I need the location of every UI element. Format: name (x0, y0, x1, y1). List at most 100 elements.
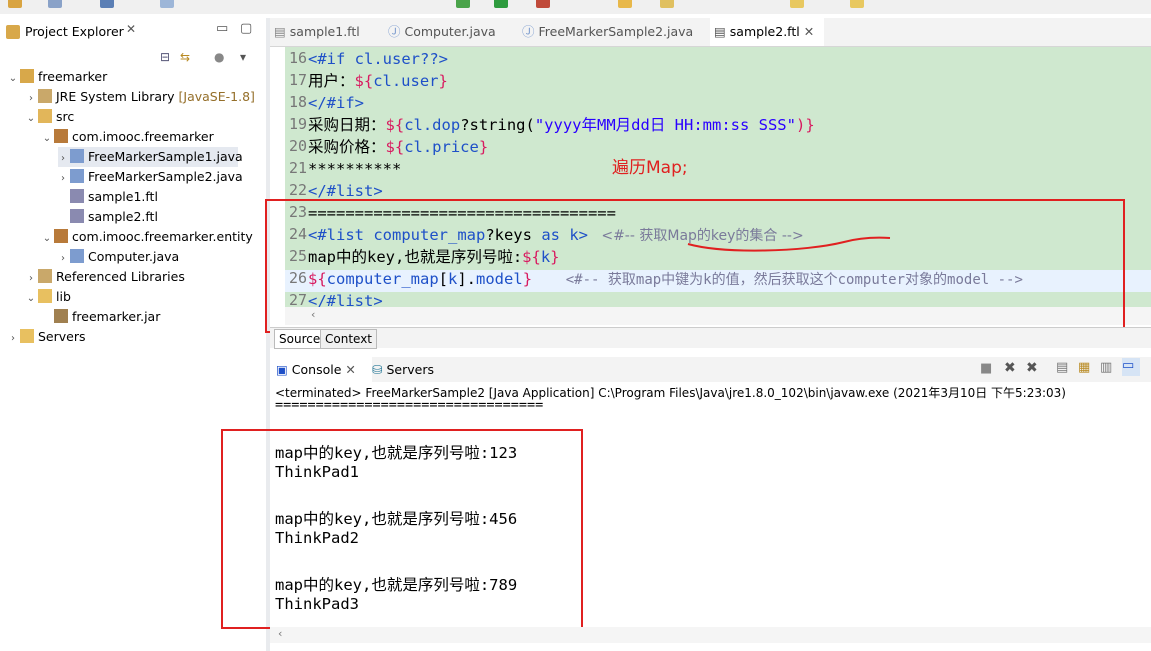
tab-sample1-ftl[interactable]: ▤ sample1.ftl (274, 18, 382, 46)
code-token: "yyyy年MM月dd日 HH:mm:ss SSS" (534, 116, 796, 134)
code-token: </#list> (308, 182, 383, 200)
tab-label: Computer.java (404, 24, 496, 39)
collapse-icon[interactable]: › (26, 89, 36, 109)
filter-icon[interactable]: ● (214, 50, 224, 64)
tab-label: Console (291, 362, 342, 377)
back-arrow-icon[interactable] (790, 0, 804, 8)
collapse-all-icon[interactable]: ⊟ (160, 50, 170, 64)
tree-item-label: com.imooc.freemarker (72, 129, 214, 144)
console-horizontal-scrollbar[interactable]: ‹ (270, 627, 1151, 643)
tree-item-jre-library[interactable]: › JRE System Library [JavaSE-1.8] (26, 87, 255, 107)
java-file-icon (70, 149, 84, 163)
print-icon[interactable] (100, 0, 114, 8)
code-token: cl.user (354, 50, 420, 68)
collapse-icon[interactable]: › (58, 169, 68, 189)
tree-item-freemarkersample1[interactable]: › FreeMarkerSample1.java (58, 147, 243, 169)
close-icon[interactable]: ✕ (126, 22, 136, 36)
pencil-icon[interactable] (660, 0, 674, 8)
tree-item-lib[interactable]: ⌄ lib (26, 287, 71, 307)
tree-item-freemarker-jar[interactable]: freemarker.jar (52, 307, 160, 327)
tree-item-project[interactable]: ⌄ freemarker (8, 67, 107, 87)
tab-sample2-ftl[interactable]: ▤ sample2.ftl ✕ (710, 18, 824, 46)
tree-item-sample2-ftl[interactable]: sample2.ftl (68, 207, 158, 227)
collapse-icon[interactable]: › (26, 269, 36, 289)
close-tab-icon[interactable]: ✕ (345, 362, 355, 377)
tree-item-label: Computer.java (88, 249, 180, 264)
ftl-file-icon: ▤ (714, 24, 726, 39)
tree-item-sample1-ftl[interactable]: sample1.ftl (68, 187, 158, 207)
word-wrap-icon[interactable]: ▦ (1078, 360, 1090, 375)
bug-icon[interactable] (456, 0, 470, 8)
tree-item-label: src (56, 109, 75, 124)
collapse-icon[interactable]: › (58, 149, 68, 169)
expand-icon[interactable]: ⌄ (8, 69, 18, 89)
tree-item-referenced-libraries[interactable]: › Referenced Libraries (26, 267, 185, 287)
expand-icon[interactable]: ⌄ (26, 109, 36, 129)
code-line: 采购价格：${cl.price} (308, 136, 488, 158)
collapse-icon[interactable]: › (58, 249, 68, 269)
scroll-left-icon[interactable]: ‹ (278, 627, 282, 640)
tree-item-servers[interactable]: › Servers (8, 327, 86, 347)
tree-item-suffix: [JavaSE-1.8] (178, 89, 255, 104)
line-number: 17 (288, 71, 307, 89)
terminate-icon[interactable]: ■ (980, 361, 992, 376)
display-console-icon[interactable]: ▭ (1122, 358, 1140, 376)
remove-launch-icon[interactable]: ✖ (1004, 360, 1016, 376)
tree-item-package[interactable]: ⌄ com.imooc.freemarker (42, 127, 214, 147)
console-separator: ================================= (275, 397, 544, 413)
tree-item-label: com.imooc.freemarker.entity (72, 229, 253, 244)
remove-all-icon[interactable]: ✖ (1026, 360, 1038, 376)
tab-source[interactable]: Source (274, 329, 326, 349)
code-token: ??> (420, 50, 448, 68)
line-number: 16 (288, 49, 307, 67)
open-folder-icon[interactable] (618, 0, 632, 8)
code-line: ********** (308, 158, 401, 180)
maximize-icon[interactable]: ▢ (240, 21, 252, 36)
tree-item-computer-java[interactable]: › Computer.java (58, 247, 179, 267)
minimize-icon[interactable]: ▭ (216, 21, 228, 36)
servers-icon: ⛁ (372, 362, 383, 377)
console-tab-bar: ▣ Console ✕ ⛁ Servers ■ ✖ ✖ ▤ ▦ ▥ ▭ (270, 357, 1151, 383)
view-menu-icon[interactable]: ▾ (240, 50, 246, 64)
new-icon[interactable] (8, 0, 22, 8)
tree-item-src[interactable]: ⌄ src (26, 107, 74, 127)
tab-console[interactable]: ▣ Console ✕ (270, 357, 372, 382)
tree-item-label: freemarker.jar (72, 309, 161, 324)
tree-item-entity-package[interactable]: ⌄ com.imooc.freemarker.entity (42, 227, 253, 247)
expand-icon[interactable]: ⌄ (26, 289, 36, 309)
tab-label: FreeMarkerSample2.java (538, 24, 694, 39)
tab-computer-java[interactable]: Ⓙ Computer.java (388, 18, 508, 46)
external-tools-icon[interactable] (536, 0, 550, 8)
editor-mode-tabs: Source Context (270, 327, 1151, 349)
expand-icon[interactable]: ⌄ (42, 229, 52, 249)
tab-freemarkersample2-java[interactable]: Ⓙ FreeMarkerSample2.java (522, 18, 702, 46)
package-icon (54, 229, 68, 243)
line-number: 18 (288, 93, 307, 111)
tree-item-label: sample2.ftl (88, 209, 158, 224)
save-icon[interactable] (48, 0, 62, 8)
pin-console-icon[interactable]: ▥ (1100, 360, 1112, 375)
code-line: </#if> (308, 92, 364, 114)
debug-icon[interactable] (160, 0, 174, 8)
line-number: 21 (288, 159, 307, 177)
collapse-icon[interactable]: › (8, 329, 18, 349)
console-icon: ▣ (276, 362, 288, 377)
tree-item-freemarkersample2[interactable]: › FreeMarkerSample2.java (58, 167, 243, 187)
code-token: } (438, 72, 448, 90)
link-editor-icon[interactable]: ⇆ (180, 50, 190, 64)
tab-context[interactable]: Context (320, 329, 378, 349)
close-tab-icon[interactable]: ✕ (804, 24, 814, 39)
code-token: ?string( (460, 116, 535, 134)
code-token: ********** (308, 160, 402, 178)
expand-icon[interactable]: ⌄ (42, 129, 52, 149)
code-token: </#if> (308, 94, 364, 112)
tab-servers[interactable]: ⛁ Servers (372, 357, 434, 382)
java-file-icon (70, 249, 84, 263)
code-line: 用户：${cl.user} (308, 70, 448, 92)
scroll-lock-icon[interactable]: ▤ (1056, 360, 1068, 375)
code-token: 采购价格： (308, 138, 386, 156)
line-number: 19 (288, 115, 307, 133)
forward-arrow-icon[interactable] (850, 0, 864, 8)
run-icon[interactable] (494, 0, 508, 8)
tree-item-label: FreeMarkerSample1.java (88, 149, 243, 164)
